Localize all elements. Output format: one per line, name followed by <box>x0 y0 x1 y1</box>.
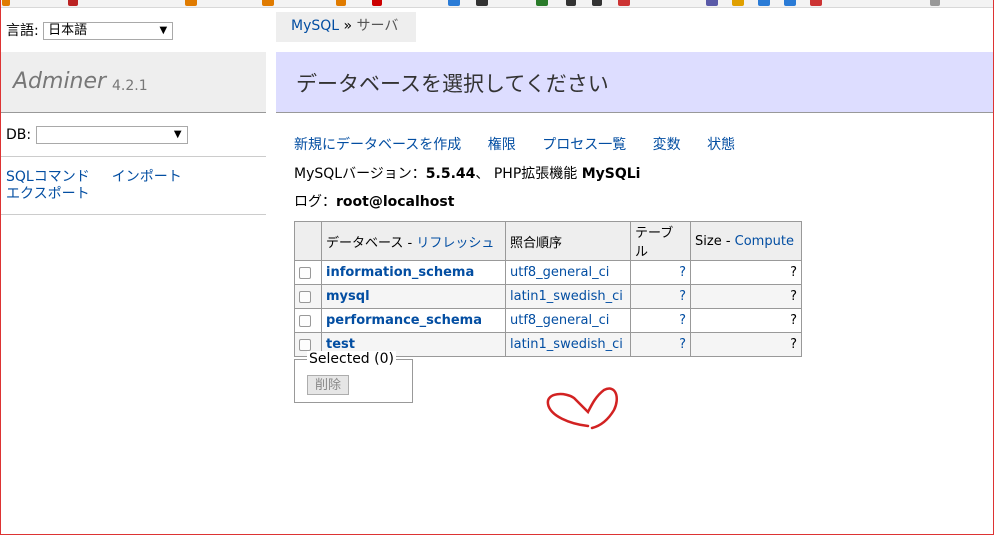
breadcrumb-current: サーバ <box>356 18 399 34</box>
version-separator: 、 PHP拡張機能 <box>475 166 582 182</box>
tables-cell: ? <box>630 308 691 333</box>
database-header-label: データベース - <box>326 235 417 251</box>
tables-cell: ? <box>630 284 691 309</box>
compute-link[interactable]: Compute <box>735 234 794 249</box>
collation-cell: utf8_general_ci <box>505 308 631 333</box>
collation-link[interactable]: latin1_swedish_ci <box>510 289 623 304</box>
size-cell: ? <box>690 260 802 285</box>
page-title: データベースを選択してください <box>296 72 609 96</box>
size-cell: ? <box>690 284 802 309</box>
selected-fieldset: Selected (0) 削除 <box>294 351 413 403</box>
database-cell: mysql <box>321 284 506 309</box>
breadcrumb-separator: » <box>339 18 357 34</box>
tables-link[interactable]: ? <box>679 289 686 304</box>
language-label: 言語: <box>6 23 39 39</box>
sidebar-commands: SQLコマンド インポート エクスポート <box>6 169 256 203</box>
database-cell: performance_schema <box>321 308 506 333</box>
table-header-row: データベース - リフレッシュ 照合順序 テーブル Size - Compute <box>294 221 802 261</box>
collation-cell: latin1_swedish_ci <box>505 332 631 357</box>
row-checkbox[interactable] <box>299 314 311 327</box>
size-cell: ? <box>690 332 802 357</box>
login-value: root@localhost <box>336 194 455 210</box>
database-link[interactable]: information_schema <box>326 265 474 280</box>
collation-cell: latin1_swedish_ci <box>505 284 631 309</box>
database-link[interactable]: mysql <box>326 289 370 304</box>
logo-name[interactable]: Adminer <box>13 69 106 94</box>
database-cell: information_schema <box>321 260 506 285</box>
status-link[interactable]: 状態 <box>707 137 735 153</box>
size-cell: ? <box>690 308 802 333</box>
tables-link[interactable]: ? <box>679 265 686 280</box>
divider <box>0 214 266 215</box>
row-checkbox[interactable] <box>299 266 311 279</box>
page-header: データベースを選択してください <box>276 52 994 113</box>
row-checkbox[interactable] <box>299 290 311 303</box>
variables-link[interactable]: 変数 <box>653 137 681 153</box>
language-selector: 言語: 日本語 ▼ <box>6 20 174 40</box>
collation-cell: utf8_general_ci <box>505 260 631 285</box>
login-label: ログ： <box>294 194 336 210</box>
size-header-label: Size - <box>695 233 735 249</box>
tables-cell: ? <box>630 332 691 357</box>
table-row: information_schema utf8_general_ci ? ? <box>294 260 802 285</box>
tables-link[interactable]: ? <box>679 337 686 352</box>
bookmarks-bar <box>0 0 994 8</box>
db-label: DB: <box>6 127 32 143</box>
db-select[interactable]: ▼ <box>35 126 188 144</box>
collation-header: 照合順序 <box>505 221 631 261</box>
row-checkbox-cell <box>294 284 322 309</box>
import-link[interactable]: インポート <box>112 169 182 185</box>
collation-link[interactable]: utf8_general_ci <box>510 265 609 280</box>
tables-link[interactable]: ? <box>679 313 686 328</box>
row-checkbox-cell <box>294 308 322 333</box>
row-checkbox[interactable] <box>299 338 311 351</box>
db-selector: DB: ▼ <box>6 126 188 144</box>
export-link[interactable]: エクスポート <box>6 186 90 202</box>
row-checkbox-cell <box>294 260 322 285</box>
table-row: performance_schema utf8_general_ci ? ? <box>294 308 802 333</box>
refresh-link[interactable]: リフレッシュ <box>416 236 494 251</box>
collation-link[interactable]: latin1_swedish_ci <box>510 337 623 352</box>
tables-cell: ? <box>630 260 691 285</box>
version-info: MySQLバージョン：5.5.44、 PHP拡張機能 MySQLi <box>294 163 640 183</box>
databases-table: データベース - リフレッシュ 照合順序 テーブル Size - Compute… <box>294 221 802 357</box>
divider <box>0 156 266 157</box>
language-select[interactable]: 日本語 ▼ <box>43 22 174 40</box>
server-links: 新規にデータベースを作成 権限 プロセス一覧 変数 状態 <box>294 134 757 154</box>
create-database-link[interactable]: 新規にデータベースを作成 <box>294 137 461 153</box>
tables-header: テーブル <box>630 221 691 261</box>
process-list-link[interactable]: プロセス一覧 <box>542 137 626 153</box>
collation-link[interactable]: utf8_general_ci <box>510 313 609 328</box>
delete-button[interactable]: 削除 <box>307 375 349 395</box>
database-link[interactable]: performance_schema <box>326 313 482 328</box>
version-label: MySQLバージョン： <box>294 166 426 182</box>
sql-command-link[interactable]: SQLコマンド <box>6 169 90 185</box>
language-select-value: 日本語 <box>48 23 88 38</box>
database-link[interactable]: test <box>326 337 355 352</box>
heart-annotation-icon <box>546 387 618 430</box>
adminer-logo: Adminer 4.2.1 <box>0 52 266 113</box>
privileges-link[interactable]: 権限 <box>488 137 516 153</box>
php-extension: MySQLi <box>581 166 641 182</box>
breadcrumb: MySQL » サーバ <box>276 12 416 42</box>
chevron-down-icon: ▼ <box>173 129 182 140</box>
database-header: データベース - リフレッシュ <box>321 221 506 261</box>
size-header: Size - Compute <box>690 221 802 261</box>
login-info: ログ：root@localhost <box>294 191 454 211</box>
table-row: mysql latin1_swedish_ci ? ? <box>294 284 802 309</box>
chevron-down-icon: ▼ <box>159 25 168 36</box>
breadcrumb-mysql[interactable]: MySQL <box>291 18 339 34</box>
logo-version: 4.2.1 <box>112 78 148 94</box>
select-all-header <box>294 221 322 261</box>
selected-legend: Selected (0) <box>307 351 396 367</box>
version-value: 5.5.44 <box>425 166 476 182</box>
